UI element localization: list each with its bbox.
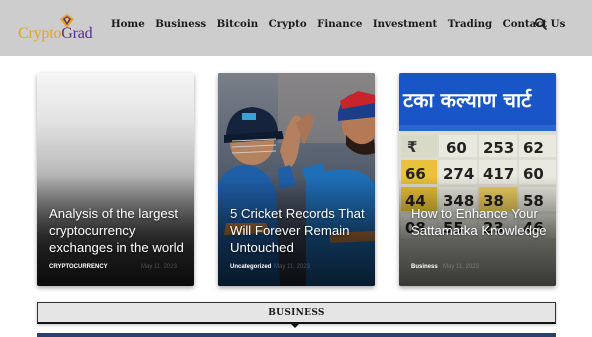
nav-home[interactable]: Home [111,17,145,31]
logo-text: CryptoGrad [18,25,93,43]
search-icon[interactable] [534,17,548,31]
site-logo[interactable]: CryptoGrad [18,12,106,44]
nav-business[interactable]: Business [155,17,206,31]
card-date: May 11, 2023 [141,264,177,270]
logo-text-crypto: Crypto [18,25,62,42]
section-content-preview [37,333,556,337]
section-header-business: BUSINESS [37,302,556,324]
logo-text-grad: Grad [61,25,93,42]
card-date: May 11, 2023 [443,264,479,270]
card-date: May 11, 2023 [274,264,310,270]
svg-text:62: 62 [523,139,544,157]
main-nav: Home Business Bitcoin Crypto Finance Inv… [111,17,576,31]
post-card-cricket-records[interactable]: 5 Cricket Records That Will Forever Rema… [218,73,375,286]
nav-investment[interactable]: Investment [373,17,437,31]
svg-text:₹: ₹ [407,138,417,156]
svg-text:टका कल्याण चार्ट: टका कल्याण चार्ट [402,88,532,112]
site-header: CryptoGrad Home Business Bitcoin Crypto … [0,0,592,56]
nav-trading[interactable]: Trading [448,17,492,31]
card-category[interactable]: CRYPTOCURRENCY [49,264,108,270]
svg-text:60: 60 [446,139,467,157]
card-title[interactable]: 5 Cricket Records That Will Forever Rema… [230,205,370,256]
post-card-sattamatka[interactable]: टका कल्याण चार्ट ₹ 60 253 62 66 274 417 … [399,73,556,286]
card-category[interactable]: Business [411,264,438,270]
section-title[interactable]: BUSINESS [38,308,555,318]
post-card-crypto-exchanges[interactable]: Analysis of the largest cryptocurrency e… [37,73,194,286]
card-title[interactable]: How to Enhance Your Sattamatka Knowledge [411,205,551,239]
svg-text:253: 253 [483,139,514,157]
nav-bitcoin[interactable]: Bitcoin [217,17,258,31]
card-title[interactable]: Analysis of the largest cryptocurrency e… [49,205,189,256]
card-category[interactable]: Uncategorized [230,264,271,270]
nav-finance[interactable]: Finance [317,17,362,31]
nav-crypto[interactable]: Crypto [269,17,307,31]
caret-down-icon [290,323,300,328]
